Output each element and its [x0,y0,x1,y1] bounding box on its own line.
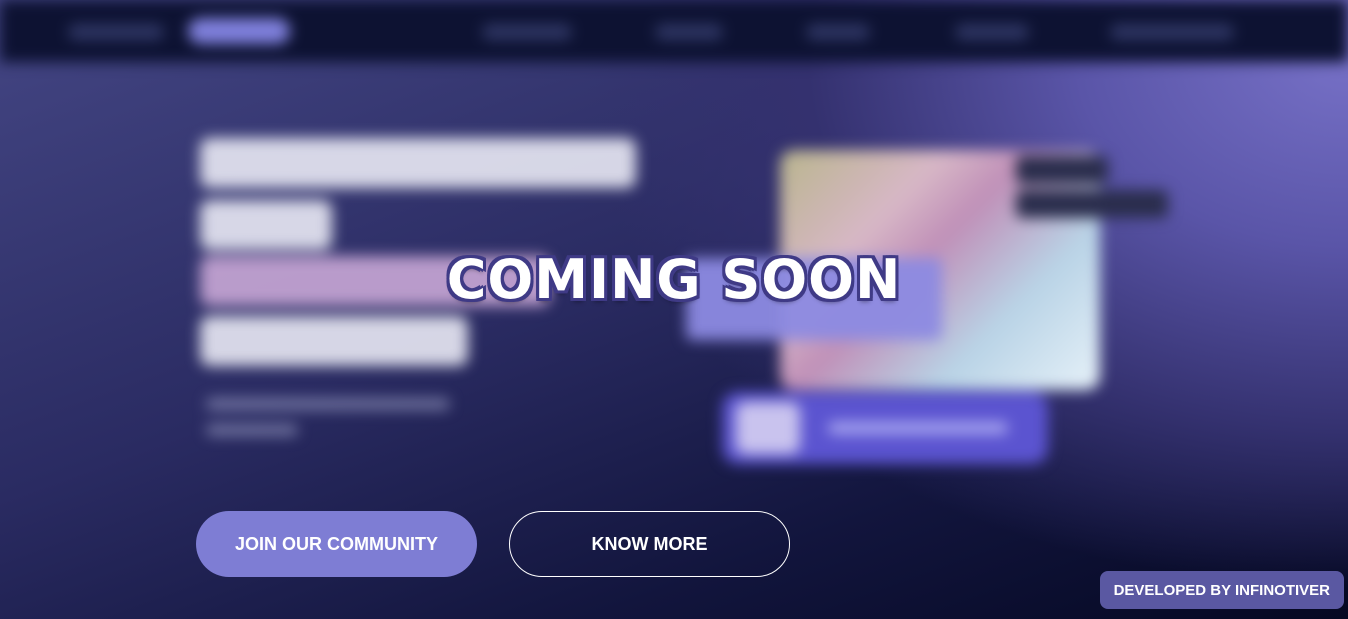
blurred-card [722,392,1048,464]
know-more-button[interactable]: KNOW MORE [509,511,790,577]
blurred-nav-item [955,24,1029,40]
blurred-heading-line [200,200,332,250]
blurred-heading-line [200,316,468,366]
coming-soon-title: COMING SOON [446,248,902,311]
blurred-nav-item [482,24,572,40]
developed-by-label: DEVELOPED BY INFINOTIVER [1113,581,1330,599]
blurred-nav-active-item [188,18,290,44]
developed-by-badge[interactable]: DEVELOPED BY INFINOTIVER [1099,571,1344,609]
blurred-card-text [828,422,1008,434]
blurred-tag [1016,156,1108,184]
join-community-button[interactable]: JOIN OUR COMMUNITY [196,511,477,577]
blurred-subtext-line [206,398,450,410]
blurred-nav-item [655,24,723,40]
blurred-navbar [0,0,1348,62]
blurred-heading-line [200,138,636,188]
blurred-nav-item [1110,24,1234,40]
blurred-card-thumbnail [736,402,800,454]
blurred-nav-logo [68,24,164,40]
blurred-nav-item [806,24,870,40]
blurred-tag [1016,190,1168,218]
blurred-subtext-line [206,424,298,436]
